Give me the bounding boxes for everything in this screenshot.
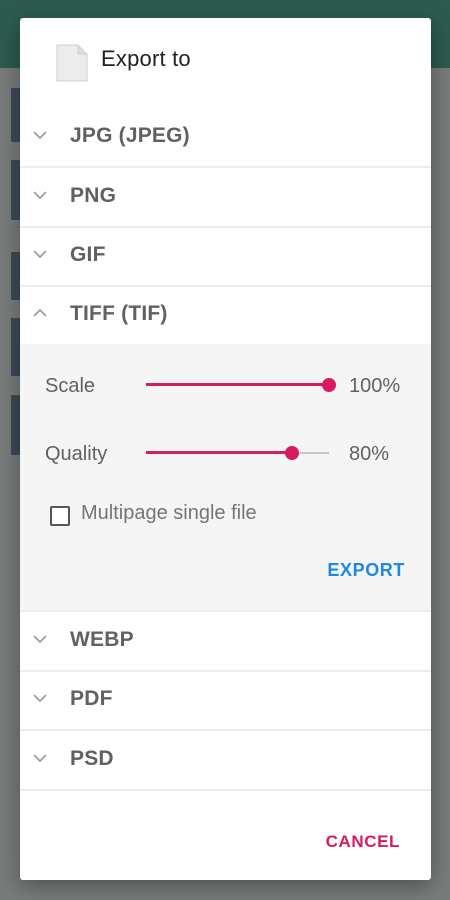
chevron-down-icon <box>32 187 48 203</box>
quality-value: 80% <box>349 443 390 465</box>
format-row-tiff[interactable]: TIFF (TIF) <box>20 286 431 344</box>
format-row-jpg[interactable]: JPG (JPEG) <box>20 108 431 168</box>
slider-thumb[interactable] <box>322 378 336 392</box>
format-label: PNG <box>70 184 117 207</box>
chevron-down-icon <box>32 246 48 262</box>
format-row-pdf[interactable]: PDF <box>20 671 431 731</box>
dialog-title: Export to <box>101 46 191 71</box>
slider-thumb[interactable] <box>285 446 299 460</box>
file-icon <box>56 44 88 87</box>
format-label: PDF <box>70 687 113 710</box>
format-row-psd[interactable]: PSD <box>20 731 431 791</box>
scale-label: Scale <box>45 375 96 397</box>
multipage-checkbox-row[interactable]: Multipage single file <box>50 502 350 530</box>
chevron-down-icon <box>32 127 48 143</box>
scale-value: 100% <box>349 375 401 397</box>
multipage-label: Multipage single file <box>81 502 257 524</box>
quality-label: Quality <box>45 443 108 465</box>
format-label: JPG (JPEG) <box>70 124 190 147</box>
slider-fill <box>146 383 329 386</box>
tiff-options-panel: Scale 100% Quality 80% Multipage single … <box>20 344 431 612</box>
chevron-down-icon <box>32 631 48 647</box>
format-label: TIFF (TIF) <box>70 302 168 325</box>
format-label: WEBP <box>70 628 134 651</box>
scale-slider[interactable] <box>146 375 336 395</box>
quality-slider[interactable] <box>146 443 329 463</box>
chevron-down-icon <box>32 690 48 706</box>
multipage-checkbox[interactable] <box>50 506 70 526</box>
cancel-button[interactable]: CANCEL <box>326 832 400 852</box>
export-dialog: Export to JPG (JPEG) PNG GIF TIFF (TIF) … <box>20 18 431 880</box>
slider-fill <box>146 451 292 454</box>
export-button[interactable]: EXPORT <box>327 560 405 581</box>
chevron-up-icon <box>32 305 48 321</box>
format-label: PSD <box>70 747 114 770</box>
chevron-down-icon <box>32 750 48 766</box>
format-row-gif[interactable]: GIF <box>20 227 431 287</box>
format-row-webp[interactable]: WEBP <box>20 612 431 672</box>
format-row-png[interactable]: PNG <box>20 168 431 228</box>
dialog-header: Export to <box>20 18 431 104</box>
format-label: GIF <box>70 243 106 266</box>
